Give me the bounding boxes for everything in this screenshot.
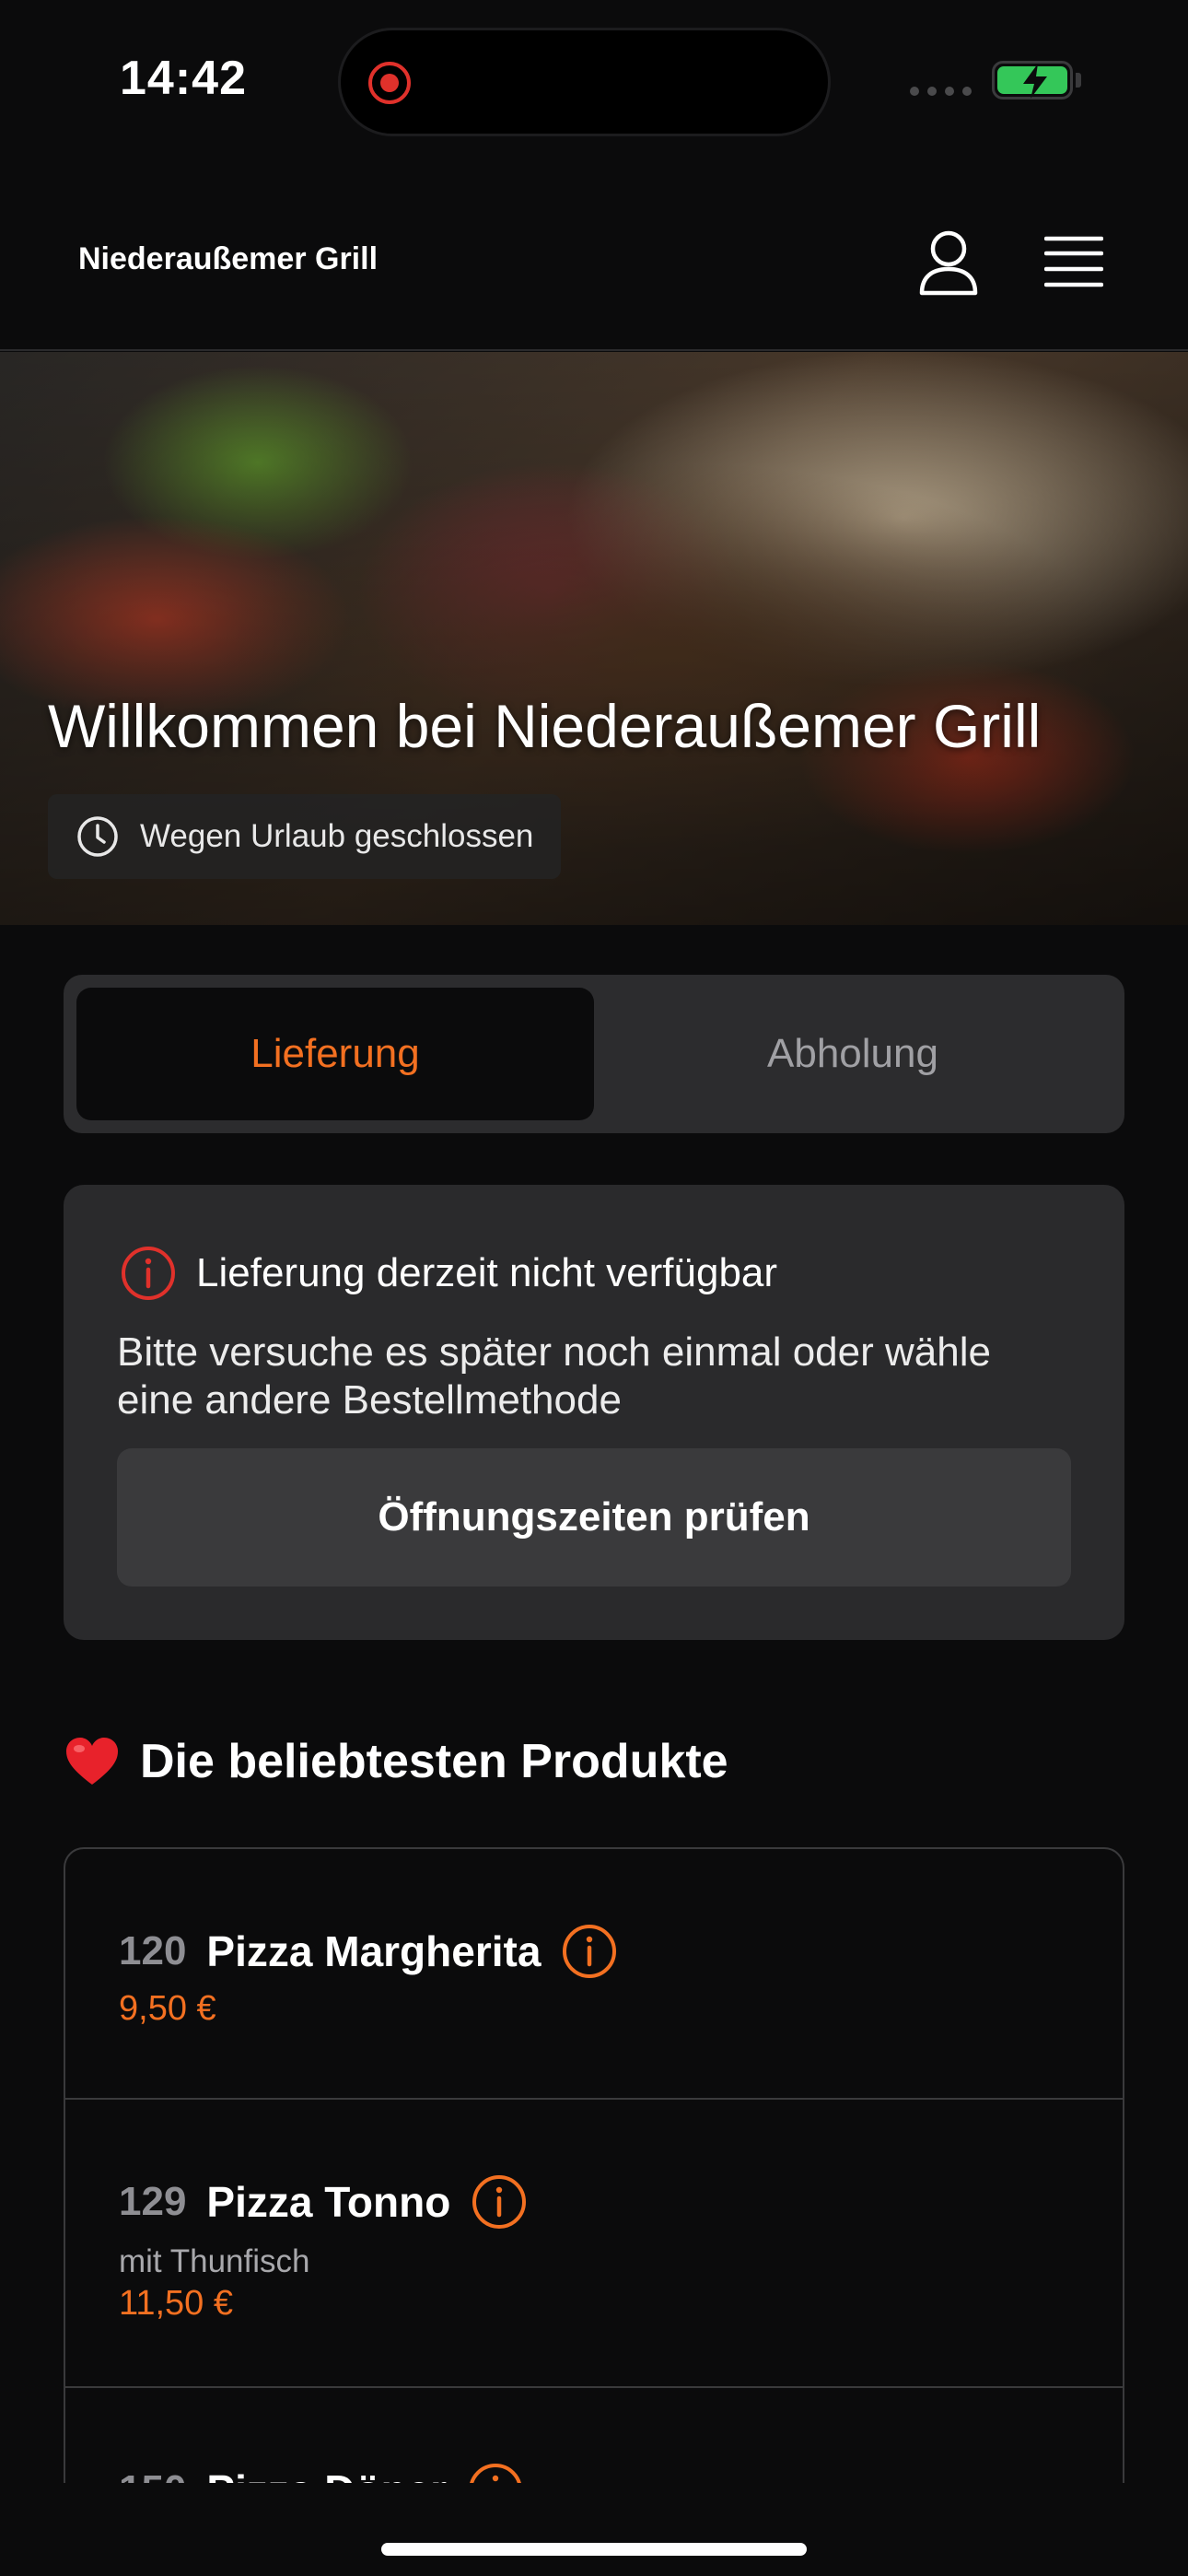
order-mode-toggle: Lieferung Abholung [64, 975, 1124, 1133]
list-item[interactable]: 120 Pizza Margherita 9,50 € [65, 1849, 1123, 2100]
status-bar: 14:42 [0, 0, 1188, 166]
hamburger-menu-icon[interactable] [1044, 235, 1103, 288]
delivery-unavailable-notice: Lieferung derzeit nicht verfügbar Bitte … [64, 1185, 1124, 1640]
app-header: Niederaußemer Grill [0, 166, 1188, 351]
status-badge-label: Wegen Urlaub geschlossen [140, 818, 534, 854]
product-list: 120 Pizza Margherita 9,50 € 129 Pizza To… [64, 1847, 1124, 2483]
battery-icon [992, 61, 1073, 100]
product-name: Pizza Margherita [206, 1927, 542, 1975]
clock-icon [77, 816, 118, 857]
list-item[interactable]: 129 Pizza Tonno mit Thunfisch 11,50 € [65, 2100, 1123, 2388]
heart-icon [66, 1738, 118, 1785]
tab-lieferung[interactable]: Lieferung [76, 988, 594, 1120]
notice-title: Lieferung derzeit nicht verfügbar [196, 1250, 778, 1295]
product-number: 150 [119, 2467, 186, 2483]
product-number: 129 [119, 2179, 187, 2224]
check-opening-hours-button[interactable]: Öffnungszeiten prüfen [117, 1448, 1071, 1587]
info-icon[interactable] [467, 2462, 524, 2483]
alert-info-icon [122, 1247, 175, 1300]
user-icon[interactable] [917, 228, 980, 297]
info-icon[interactable] [561, 1923, 618, 1980]
tab-abholung[interactable]: Abholung [594, 988, 1112, 1120]
notice-message: Bitte versuche es später noch einmal ode… [117, 1329, 991, 1423]
section-title: Die beliebtesten Produkte [140, 1735, 728, 1788]
info-icon[interactable] [471, 2173, 528, 2231]
dynamic-island [338, 28, 831, 136]
product-description: mit Thunfisch [119, 2243, 310, 2279]
status-time: 14:42 [120, 52, 247, 105]
hero-banner: Willkommen bei Niederaußemer Grill Wegen… [0, 352, 1188, 925]
product-name: Pizza Döner [206, 2465, 447, 2483]
hero-title: Willkommen bei Niederaußemer Grill [48, 692, 1042, 760]
charging-bolt-icon [1023, 64, 1047, 99]
product-price: 11,50 € [119, 2284, 233, 2323]
product-name: Pizza Tonno [206, 2178, 451, 2226]
list-item[interactable]: 150 Pizza Döner [65, 2388, 1123, 2483]
signal-icon [910, 87, 972, 96]
product-price: 9,50 € [119, 1989, 216, 2028]
popular-products-heading: Die beliebtesten Produkte [64, 1734, 728, 1789]
product-number: 120 [119, 1928, 187, 1973]
restaurant-name[interactable]: Niederaußemer Grill [78, 241, 378, 277]
status-badge: Wegen Urlaub geschlossen [48, 794, 562, 879]
home-indicator[interactable] [381, 2543, 807, 2556]
recording-indicator-icon [368, 62, 411, 104]
